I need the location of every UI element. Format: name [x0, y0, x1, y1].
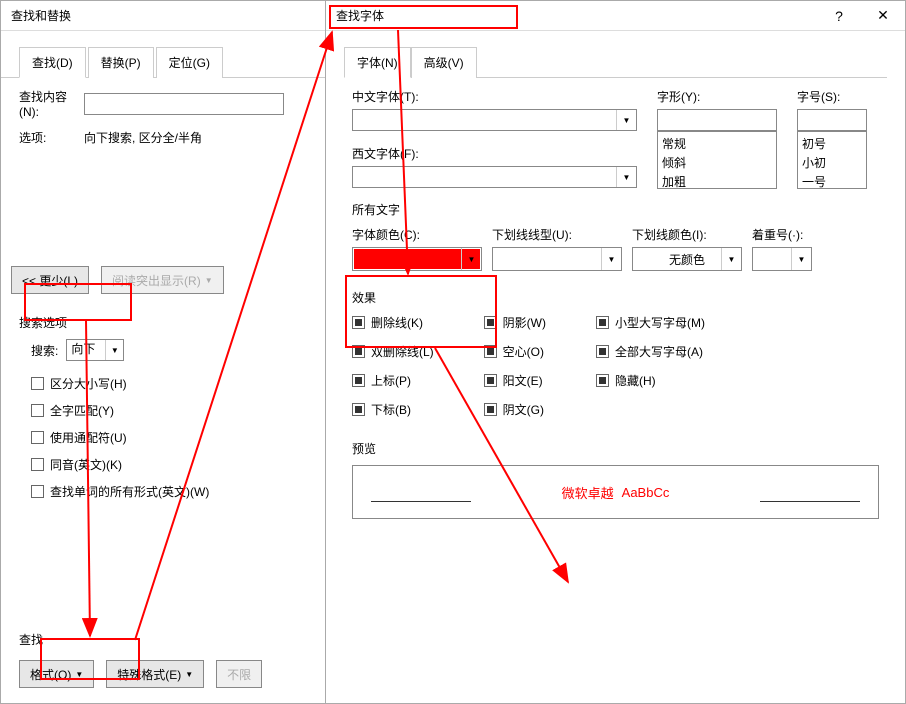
search-label: 搜索: [31, 342, 58, 359]
tab-font[interactable]: 字体(N) [344, 47, 411, 78]
preview-text-en: AaBbCc [622, 485, 670, 500]
tri-checkbox-all-caps[interactable] [596, 345, 609, 358]
effects-label: 效果 [352, 289, 879, 306]
checkbox-all-forms-label: 查找单词的所有形式(英文)(W) [50, 483, 209, 500]
find-content-input[interactable] [84, 93, 284, 115]
list-item[interactable]: 小初 [800, 153, 864, 172]
chevron-down-icon: ▼ [616, 110, 636, 130]
chevron-down-icon: ▼ [205, 276, 213, 285]
chevron-down-icon: ▼ [185, 670, 193, 679]
list-item[interactable]: 常规 [660, 134, 774, 153]
size-listbox[interactable]: 初号 小初 一号 [797, 131, 867, 189]
tab-replace[interactable]: 替换(P) [88, 47, 154, 78]
close-button[interactable]: ✕ [861, 1, 905, 31]
font-color-label: 字体颜色(C): [352, 226, 482, 247]
checkbox-all-forms[interactable] [31, 485, 44, 498]
tab-bar: 查找(D) 替换(P) 定位(G) [1, 31, 334, 78]
checkbox-sounds-like[interactable] [31, 458, 44, 471]
checkbox-sounds-like-label: 同音(英文)(K) [50, 456, 122, 473]
find-section-label: 查找 [19, 631, 316, 648]
preview-text-cn: 微软卓越 [562, 483, 614, 502]
preview-label: 预览 [352, 440, 879, 457]
help-button[interactable]: ? [817, 1, 861, 31]
tri-checkbox-small-caps[interactable] [596, 316, 609, 329]
list-item[interactable]: 倾斜 [660, 153, 774, 172]
cn-font-label: 中文字体(T): [352, 88, 637, 109]
tab-bar: 字体(N) 高级(V) [326, 31, 905, 78]
style-listbox[interactable]: 常规 倾斜 加粗 [657, 131, 777, 189]
preview-box: 微软卓越 AaBbCc [352, 465, 879, 519]
tri-checkbox-outline[interactable] [484, 345, 497, 358]
style-label: 字形(Y): [657, 88, 777, 109]
chevron-down-icon: ▼ [105, 340, 123, 360]
no-limit-button[interactable]: 不限 [216, 660, 262, 688]
special-button[interactable]: 特殊格式(E)▼ [106, 660, 204, 688]
find-font-dialog: 查找字体 ? ✕ 字体(N) 高级(V) 中文字体(T): ▼ 西文字体(F):… [325, 0, 906, 704]
style-input[interactable] [657, 109, 777, 131]
search-options-label: 搜索选项 [19, 314, 316, 331]
underline-style-label: 下划线线型(U): [492, 226, 622, 247]
find-replace-dialog: 查找和替换 查找(D) 替换(P) 定位(G) 查找内容(N): 选项: 向下搜… [0, 0, 335, 704]
chevron-down-icon: ▼ [721, 248, 741, 270]
checkbox-case-label: 区分大小写(H) [50, 375, 127, 392]
western-font-combo[interactable]: ▼ [352, 166, 637, 188]
tri-checkbox-engrave[interactable] [484, 403, 497, 416]
list-item[interactable]: 初号 [800, 134, 864, 153]
checkbox-whole-word[interactable] [31, 404, 44, 417]
list-item[interactable]: 一号 [800, 172, 864, 189]
tri-checkbox-hidden[interactable] [596, 374, 609, 387]
tri-checkbox-superscript[interactable] [352, 374, 365, 387]
checkbox-wildcards[interactable] [31, 431, 44, 444]
chevron-down-icon: ▼ [601, 248, 621, 270]
chevron-down-icon: ▼ [75, 670, 83, 679]
chevron-down-icon: ▼ [461, 248, 481, 270]
emphasis-combo[interactable]: ▼ [752, 247, 812, 271]
dialog-title: 查找和替换 [11, 7, 71, 24]
all-text-label: 所有文字 [352, 201, 879, 218]
tri-checkbox-double-strikethrough[interactable] [352, 345, 365, 358]
font-color-combo[interactable]: ▼ [352, 247, 482, 271]
emphasis-label: 着重号(·): [752, 226, 812, 247]
titlebar[interactable]: 查找和替换 [1, 1, 334, 31]
less-button[interactable]: << 更少(L) [11, 266, 89, 294]
chevron-down-icon: ▼ [616, 167, 636, 187]
size-input[interactable] [797, 109, 867, 131]
highlight-button[interactable]: 阅读突出显示(R)▼ [101, 266, 224, 294]
underline-style-combo[interactable]: ▼ [492, 247, 622, 271]
format-button[interactable]: 格式(O)▼ [19, 660, 94, 688]
find-content-label: 查找内容(N): [19, 88, 84, 119]
options-value: 向下搜索, 区分全/半角 [84, 129, 202, 146]
dialog-title: 查找字体 [332, 7, 388, 24]
tab-find[interactable]: 查找(D) [19, 47, 86, 78]
tri-checkbox-shadow[interactable] [484, 316, 497, 329]
options-label: 选项: [19, 129, 84, 146]
checkbox-whole-word-label: 全字匹配(Y) [50, 402, 114, 419]
tri-checkbox-subscript[interactable] [352, 403, 365, 416]
cn-font-combo[interactable]: ▼ [352, 109, 637, 131]
search-direction-select[interactable]: 向下 ▼ [66, 339, 124, 361]
underline-color-combo[interactable]: 无颜色 ▼ [632, 247, 742, 271]
list-item[interactable]: 加粗 [660, 172, 774, 189]
tri-checkbox-strikethrough[interactable] [352, 316, 365, 329]
titlebar[interactable]: 查找字体 ? ✕ [326, 1, 905, 31]
size-label: 字号(S): [797, 88, 867, 109]
underline-color-label: 下划线颜色(I): [632, 226, 742, 247]
chevron-down-icon: ▼ [791, 248, 811, 270]
western-font-label: 西文字体(F): [352, 145, 637, 166]
checkbox-wildcards-label: 使用通配符(U) [50, 429, 127, 446]
tri-checkbox-emboss[interactable] [484, 374, 497, 387]
checkbox-case[interactable] [31, 377, 44, 390]
tab-advanced[interactable]: 高级(V) [411, 47, 477, 78]
tab-goto[interactable]: 定位(G) [156, 47, 223, 78]
